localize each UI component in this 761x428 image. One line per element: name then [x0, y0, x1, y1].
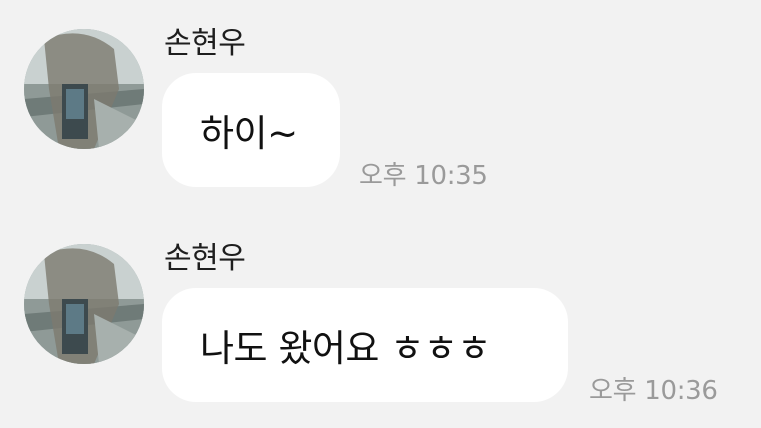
profile-photo-icon	[24, 244, 144, 364]
message-timestamp: 오후 10:35	[359, 161, 488, 191]
message-bubble[interactable]: 나도 왔어요 ㅎㅎㅎ	[162, 288, 568, 402]
profile-photo-icon	[24, 29, 144, 149]
message-bubble[interactable]: 하이~	[162, 73, 340, 187]
message-text: 나도 왔어요 ㅎㅎㅎ	[200, 327, 491, 370]
avatar[interactable]	[24, 29, 144, 149]
sender-name: 손현우	[164, 241, 246, 276]
sender-name: 손현우	[164, 26, 246, 61]
message-timestamp: 오후 10:36	[589, 376, 718, 406]
avatar[interactable]	[24, 244, 144, 364]
message-text: 하이~	[200, 112, 298, 155]
